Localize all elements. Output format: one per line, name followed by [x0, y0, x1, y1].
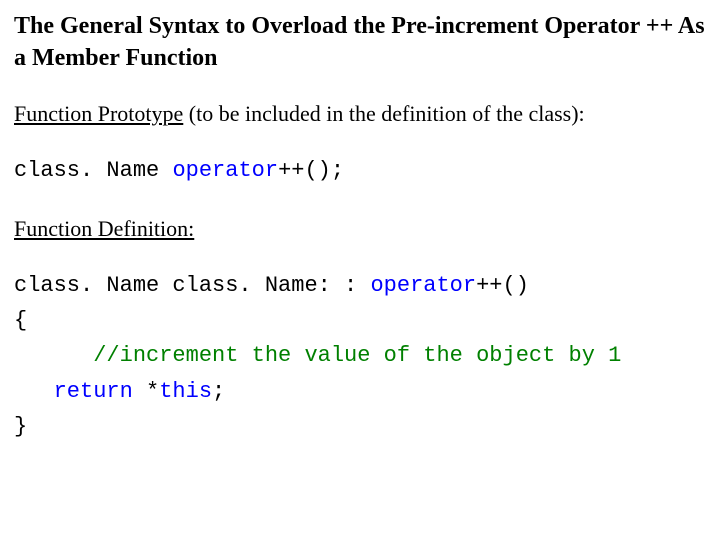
keyword-this: this	[159, 379, 212, 404]
keyword-return: return	[54, 379, 133, 404]
code-text: class. Name	[14, 158, 172, 183]
code-comment: //increment the value of the object by 1	[93, 343, 621, 368]
slide-title: The General Syntax to Overload the Pre-i…	[14, 10, 706, 75]
prototype-heading: Function Prototype (to be included in th…	[14, 101, 706, 127]
definition-heading-text: Function Definition:	[14, 216, 194, 241]
definition-heading: Function Definition:	[14, 216, 706, 242]
keyword-operator: operator	[172, 158, 278, 183]
slide: The General Syntax to Overload the Pre-i…	[0, 0, 720, 486]
definition-code: class. Name class. Name: : operator++() …	[14, 268, 706, 444]
code-text: class. Name class. Name: :	[14, 273, 370, 298]
code-brace-close: }	[14, 414, 27, 439]
prototype-heading-rest: (to be included in the definition of the…	[183, 101, 584, 126]
code-indent	[14, 343, 93, 368]
prototype-code: class. Name operator++();	[14, 153, 706, 188]
code-text: *	[133, 379, 159, 404]
code-indent	[14, 379, 54, 404]
code-text: ;	[212, 379, 225, 404]
code-text: ++();	[278, 158, 344, 183]
code-brace-open: {	[14, 308, 27, 333]
prototype-heading-underlined: Function Prototype	[14, 101, 183, 126]
keyword-operator: operator	[370, 273, 476, 298]
code-text: ++()	[476, 273, 529, 298]
